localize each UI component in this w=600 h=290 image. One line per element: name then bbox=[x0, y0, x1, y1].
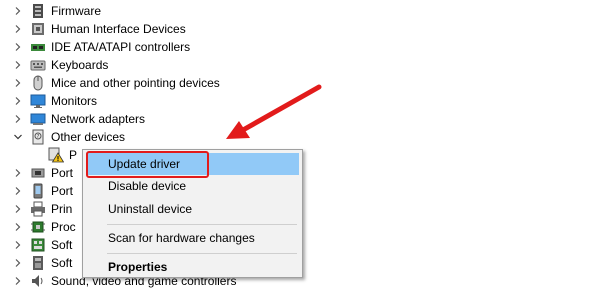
red-arrow-icon bbox=[226, 84, 322, 139]
